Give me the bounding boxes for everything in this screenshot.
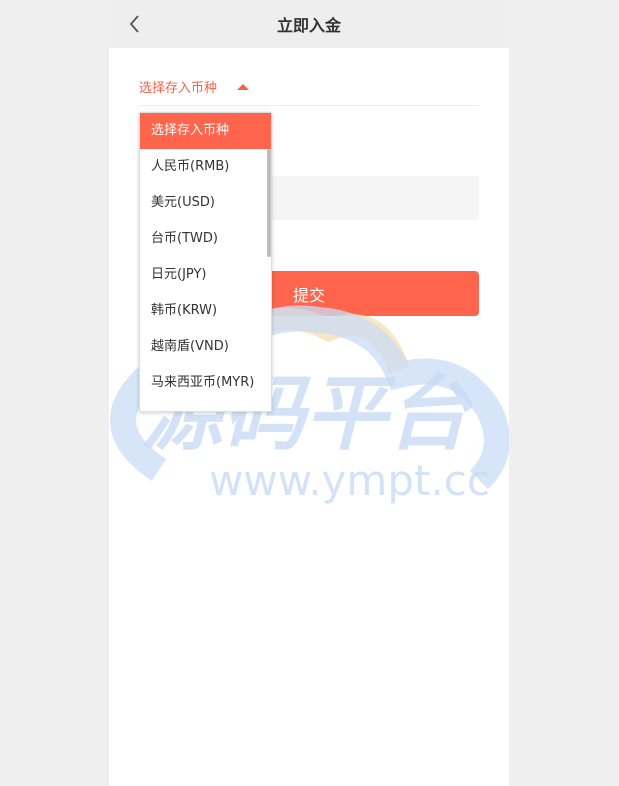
top-bar: 立即入金 — [109, 0, 509, 48]
page-title: 立即入金 — [276, 16, 341, 35]
dropdown-scrollbar[interactable] — [267, 149, 271, 257]
watermark-url: www.ympt.cc — [209, 456, 490, 505]
dropdown-option[interactable]: 马来西亚币(MYR) — [140, 365, 271, 401]
back-button[interactable] — [123, 12, 147, 36]
submit-button-label: 提交 — [292, 285, 325, 305]
dropdown-option[interactable]: 人民币(RMB) — [140, 149, 271, 185]
currency-select-label: 选择存入币种 — [139, 81, 218, 96]
dropdown-option[interactable]: 美元(USD) — [140, 185, 271, 221]
dropdown-option[interactable]: 台币(TWD) — [140, 221, 271, 257]
phone-screen: 立即入金 选择存入币种 提交 源码平台 www.ympt.cc 选择存入币种 人民… — [109, 0, 509, 786]
dropdown-option[interactable]: 选择存入币种 — [140, 113, 271, 149]
currency-select[interactable]: 选择存入币种 — [139, 68, 479, 106]
chevron-left-icon — [129, 15, 139, 33]
caret-up-icon — [237, 83, 250, 90]
dropdown-option[interactable]: 越南盾(VND) — [140, 329, 271, 365]
dropdown-option[interactable]: 韩币(KRW) — [140, 293, 271, 329]
currency-dropdown: 选择存入币种 人民币(RMB) 美元(USD) 台币(TWD) 日元(JPY) 韩币(KR… — [139, 112, 272, 412]
dropdown-option[interactable]: 日元(JPY) — [140, 257, 271, 293]
